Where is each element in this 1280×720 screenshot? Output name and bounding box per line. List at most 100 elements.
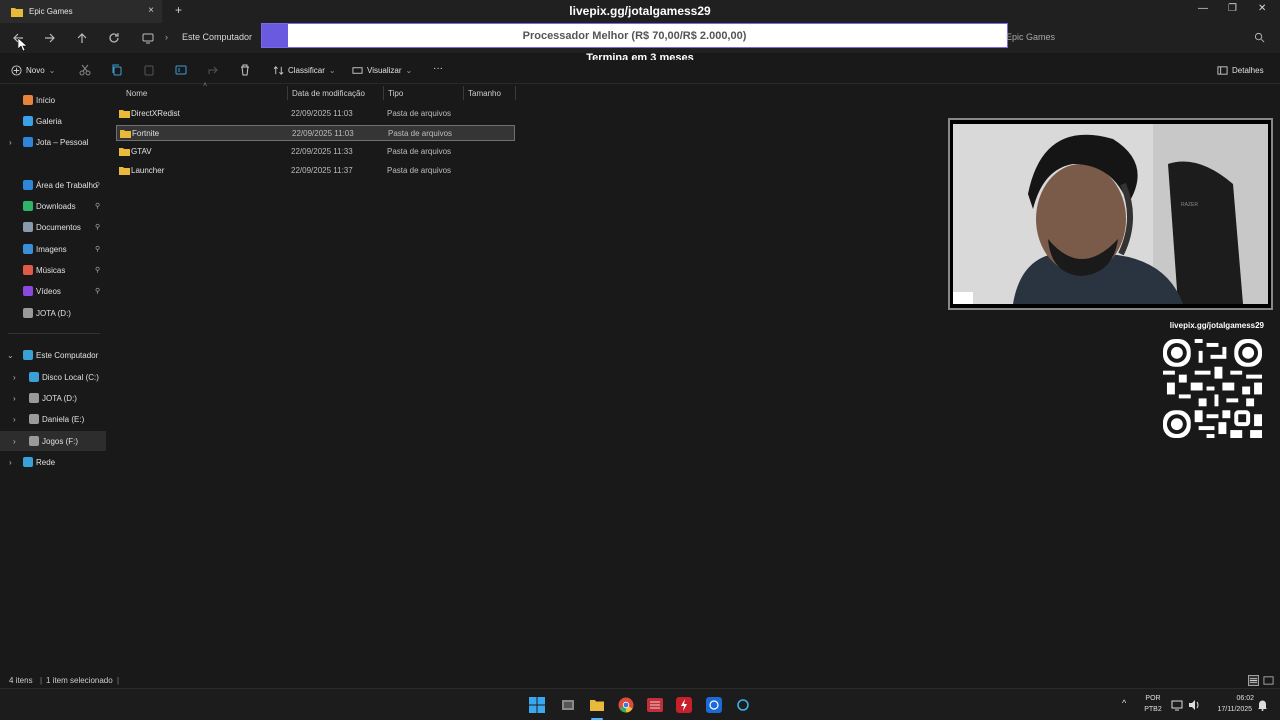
sidebar-item-inicio[interactable]: Início (0, 90, 106, 110)
sidebar-item-drive-1[interactable]: › JOTA (D:) (0, 388, 106, 408)
file-row[interactable]: GTAV 22/09/2025 11:33 Pasta de arquivos (116, 144, 515, 160)
clock-date[interactable]: 17/11/2025 (1204, 706, 1252, 713)
chevron-right-icon[interactable]: › (9, 138, 12, 147)
column-header-name[interactable]: Nome (126, 89, 147, 98)
paste-icon[interactable] (143, 64, 155, 76)
chrome-icon[interactable] (618, 697, 634, 713)
sidebar-item-document[interactable]: Documentos ⚲ (0, 217, 106, 237)
clock-time[interactable]: 06:02 (1204, 695, 1254, 702)
details-view-icon[interactable] (1248, 675, 1259, 686)
sidebar-item-download[interactable]: Downloads ⚲ (0, 196, 106, 216)
column-divider[interactable] (515, 86, 516, 100)
app-blue-icon[interactable] (706, 697, 722, 713)
file-row[interactable]: Launcher 22/09/2025 11:37 Pasta de arquivo… (116, 163, 515, 179)
close-button[interactable]: ✕ (1258, 3, 1266, 14)
column-divider[interactable] (463, 86, 464, 100)
app-ring-icon[interactable] (735, 697, 751, 713)
minimize-button[interactable]: — (1198, 3, 1208, 14)
column-divider[interactable] (287, 86, 288, 100)
new-button[interactable]: Novo ⌄ (11, 65, 55, 76)
pin-icon: ⚲ (95, 224, 101, 231)
divider (0, 83, 1280, 84)
sidebar-item-drive-2[interactable]: › Daniela (E:) (0, 409, 106, 429)
keyboard-layout[interactable]: PTB2 (1142, 706, 1164, 713)
drive-icon (29, 372, 39, 382)
up-arrow-icon[interactable] (75, 31, 89, 45)
sidebar-item-este-computador[interactable]: ⌄ Este Computador (0, 345, 106, 365)
sidebar-item-download-label: Downloads (36, 201, 76, 211)
sidebar-item-music-label: Músicas (36, 265, 66, 275)
sidebar-item-jota-pessoal[interactable]: › Jota – Pessoal (0, 132, 106, 152)
chevron-right-icon[interactable]: › (13, 394, 16, 403)
network-icon (23, 457, 33, 467)
pin-icon: ⚲ (95, 267, 101, 274)
delete-icon[interactable] (239, 64, 251, 76)
network-icon[interactable] (1171, 699, 1183, 711)
pin-icon: ⚲ (95, 288, 101, 295)
language-indicator[interactable]: POR (1144, 695, 1162, 702)
cloud-icon (23, 137, 33, 147)
forward-arrow-icon[interactable] (43, 31, 57, 45)
sidebar-item-drive-3[interactable]: › Jogos (F:) (0, 431, 106, 451)
file-name: Fortnite (132, 129, 160, 138)
folder-icon (119, 167, 130, 175)
sidebar-item-desktop[interactable]: Área de Trabalho ⚲ (0, 175, 106, 195)
tray-overflow-icon[interactable]: ^ (1122, 698, 1126, 708)
chevron-right-icon[interactable]: › (13, 415, 16, 424)
sidebar-item-music[interactable]: Músicas ⚲ (0, 260, 106, 280)
voicemeeter-icon[interactable] (647, 697, 663, 713)
sort-icon (273, 66, 284, 75)
taskbar: ^ POR PTB2 06:02 17/11/2025 (0, 688, 1280, 720)
column-divider[interactable] (383, 86, 384, 100)
sidebar-item-rede[interactable]: › Rede (0, 452, 106, 472)
column-header-type[interactable]: Tipo (388, 89, 403, 98)
image-icon (23, 244, 33, 254)
sidebar-item-galeria[interactable]: Galeria (0, 111, 106, 131)
details-label: Detalhes (1232, 66, 1264, 75)
command-bar: Novo ⌄ Classificar ⌄ Visualizar ⌄ ··· De… (0, 60, 1280, 82)
app-bolt-icon[interactable] (676, 697, 692, 713)
file-row[interactable]: Fortnite 22/09/2025 11:03 Pasta de arquivo… (116, 125, 515, 141)
sidebar-item-video[interactable]: Vídeos ⚲ (0, 281, 106, 301)
navigation-pane: Início Galeria › Jota – Pessoal Área de Trab… (0, 88, 106, 668)
search-input[interactable]: Epic Games (1006, 32, 1055, 42)
copy-icon[interactable] (111, 64, 123, 76)
pin-icon: ⚲ (95, 182, 101, 189)
sort-button[interactable]: Classificar ⌄ (273, 65, 336, 76)
sidebar-item-galeria-label: Galeria (36, 116, 62, 126)
refresh-icon[interactable] (107, 31, 121, 45)
task-view-icon[interactable] (560, 697, 576, 713)
share-icon[interactable] (207, 64, 219, 76)
search-icon[interactable] (1254, 32, 1265, 43)
donation-goal-bar: Processador Melhor (R$ 70,00/R$ 2.000,00… (261, 23, 1008, 48)
column-header-date[interactable]: Data de modificação (292, 89, 365, 98)
folder-icon (119, 148, 130, 156)
sidebar-item-drive-0[interactable]: › Disco Local (C:) (0, 367, 106, 387)
view-button[interactable]: Visualizar ⌄ (352, 65, 412, 76)
goal-text: Processador Melhor (R$ 70,00/R$ 2.000,00… (522, 30, 747, 42)
monitor-icon[interactable] (141, 31, 155, 45)
file-date: 22/09/2025 11:03 (291, 109, 353, 118)
rename-icon[interactable] (175, 64, 187, 76)
chevron-down-icon[interactable]: ⌄ (7, 351, 14, 360)
more-options-button[interactable]: ··· (433, 63, 443, 74)
view-icon (352, 67, 363, 74)
column-header-size[interactable]: Tamanho (468, 89, 501, 98)
details-button[interactable]: Detalhes (1217, 65, 1264, 76)
chevron-right-icon[interactable]: › (13, 437, 16, 446)
sidebar-item-drive[interactable]: JOTA (D:) (0, 303, 106, 323)
breadcrumb-este-computador[interactable]: Este Computador (182, 32, 252, 42)
volume-icon[interactable] (1188, 699, 1200, 711)
notification-bell-icon[interactable] (1257, 699, 1268, 711)
file-date: 22/09/2025 11:33 (291, 147, 353, 156)
file-explorer-icon[interactable] (589, 697, 605, 713)
chevron-right-icon[interactable]: › (9, 458, 12, 467)
sidebar-item-drive-0-label: Disco Local (C:) (42, 372, 99, 382)
file-row[interactable]: DirectXRedist 22/09/2025 11:03 Pasta de ar… (116, 106, 515, 122)
cut-icon[interactable] (79, 64, 91, 76)
windows-start-icon[interactable] (529, 697, 545, 713)
sidebar-item-image[interactable]: Imagens ⚲ (0, 239, 106, 259)
maximize-button[interactable]: ❐ (1228, 3, 1237, 14)
tiles-view-icon[interactable] (1263, 675, 1274, 686)
chevron-right-icon[interactable]: › (13, 373, 16, 382)
